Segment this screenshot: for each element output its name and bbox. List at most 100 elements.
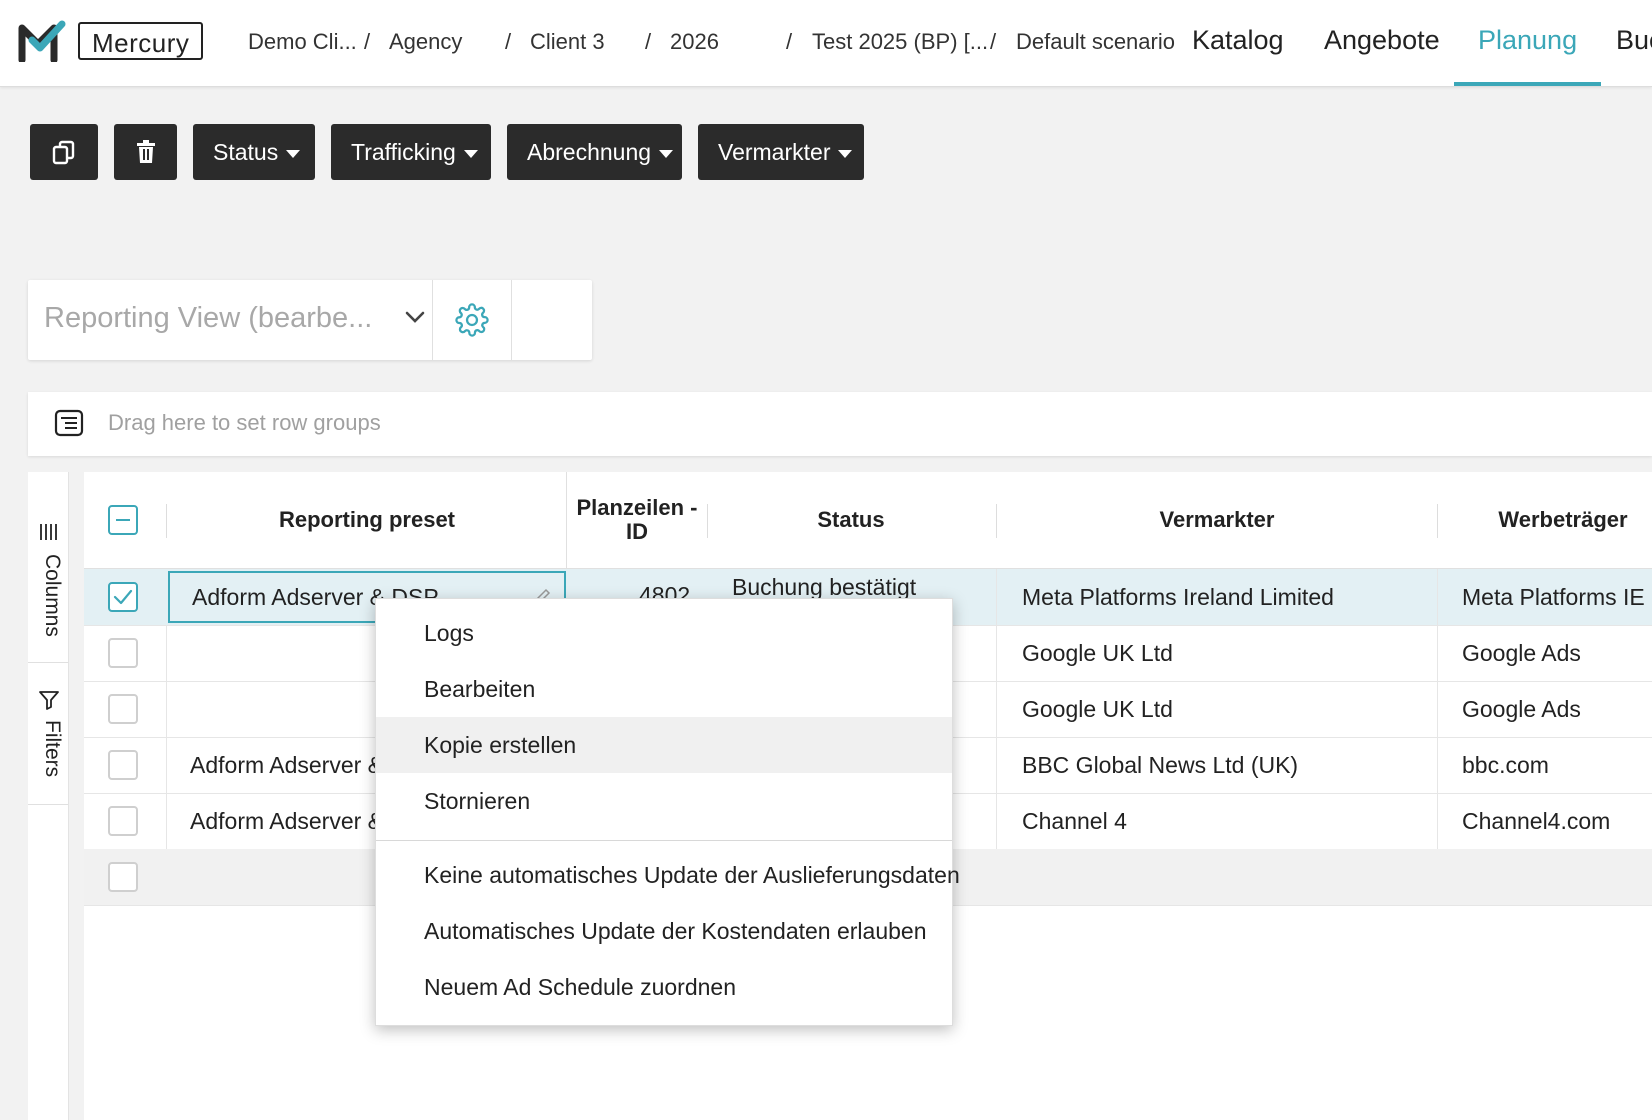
column-divider [166,793,167,849]
preset-cell: Adform Adserver & [190,808,384,834]
row-checkbox[interactable] [108,694,138,724]
breadcrumb-item-agency[interactable]: Agency [389,26,462,58]
grid-header: Reporting preset Planzeilen -ID Status V… [84,472,1652,569]
werbetraeger-cell: Meta Platforms IE ... [1462,584,1652,610]
vermarkter-dropdown-label: Vermarkter [718,139,831,165]
filter-icon [39,691,59,710]
status-dropdown-label: Status [213,139,279,165]
column-divider [1437,681,1438,737]
werbetraeger-cell: Google Ads [1462,696,1581,722]
breadcrumb-separator: / [645,29,652,54]
view-select-value: Reporting View (bearbe... [44,302,373,334]
header-separator [166,504,167,538]
row-checkbox[interactable] [108,582,138,612]
menu-item-logs[interactable]: Logs [376,605,952,661]
column-divider [996,737,997,793]
header-vermarkter[interactable]: Vermarkter [997,472,1437,568]
column-divider [1437,625,1438,681]
row-checkbox[interactable] [108,638,138,668]
row-checkbox[interactable] [108,862,138,892]
header-werbetraeger[interactable]: Werbeträger [1438,472,1652,568]
app-name[interactable]: Mercury [78,22,204,60]
column-divider [1437,737,1438,793]
check-icon [113,589,133,605]
caret-down-icon [659,149,674,158]
vermarkter-dropdown[interactable]: Vermarkter [698,124,864,180]
menu-item-no-auto-delivery-update[interactable]: Keine automatisches Update der Ausliefer… [376,847,960,903]
menu-item-allow-cost-update[interactable]: Automatisches Update der Kostendaten erl… [376,903,952,959]
breadcrumb-item-client-3[interactable]: Client 3 [530,26,605,58]
header-reporting-preset[interactable]: Reporting preset [168,472,566,568]
mercury-logo-icon[interactable] [18,20,66,62]
chevron-down-icon [405,311,425,323]
column-divider [166,625,167,681]
trafficking-dropdown-label: Trafficking [351,139,456,165]
gear-icon [455,303,489,337]
row-checkbox[interactable] [108,750,138,780]
abrechnung-dropdown-label: Abrechnung [527,139,652,165]
tab-angebote[interactable]: Angebote [1324,0,1440,86]
breadcrumb-item-year[interactable]: 2026 [670,26,719,58]
preset-cell: Adform Adserver & [190,752,384,778]
abrechnung-dropdown[interactable]: Abrechnung [507,124,682,180]
werbetraeger-cell: Google Ads [1462,640,1581,666]
view-settings-button[interactable] [433,280,512,360]
column-divider [996,793,997,849]
caret-down-icon [838,149,853,158]
vermarkter-cell: BBC Global News Ltd (UK) [1022,752,1299,778]
column-divider [996,625,997,681]
menu-item-kopie-erstellen[interactable]: Kopie erstellen [376,717,952,773]
breadcrumb-separator: / [364,29,371,54]
breadcrumb-item-scenario[interactable]: Default scenario [1016,26,1175,58]
select-all-checkbox[interactable] [108,505,138,535]
row-group-dropzone[interactable]: Drag here to set row groups [28,392,1652,456]
breadcrumb-item-client[interactable]: Demo Cli... [248,26,357,58]
copy-icon [52,140,75,165]
columns-tab-label: Columns [41,554,64,637]
filters-tab[interactable]: Filters [28,662,68,805]
top-bar: Mercury Demo Cli... / Agency / Client 3 … [0,0,1652,87]
tool-panel-sidebar: Columns Filters [28,472,69,1120]
column-divider [166,737,167,793]
vermarkter-cell: Meta Platforms Ireland Limited [1022,584,1334,610]
row-context-menu: Logs Bearbeiten Kopie erstellen Stornier… [375,598,960,1026]
status-dropdown[interactable]: Status [193,124,315,180]
column-divider [1437,569,1438,625]
column-divider [166,681,167,737]
caret-down-icon [286,149,301,158]
view-selector-panel: Reporting View (bearbe... [28,280,592,360]
row-group-placeholder: Drag here to set row groups [108,410,381,435]
vermarkter-cell: Channel 4 [1022,808,1127,834]
tab-planung[interactable]: Planung [1453,0,1602,86]
column-divider [996,569,997,625]
column-divider [1437,793,1438,849]
column-divider [996,681,997,737]
header-planzeilen-id[interactable]: Planzeilen -ID [567,472,707,568]
trafficking-dropdown[interactable]: Trafficking [331,124,491,180]
menu-item-assign-ad-schedule[interactable]: Neuem Ad Schedule zuordnen [376,959,952,1015]
header-status[interactable]: Status [708,472,994,568]
breadcrumb-item-plan[interactable]: Test 2025 (BP) [... [812,26,988,58]
view-select[interactable]: Reporting View (bearbe... [28,280,433,360]
tab-katalog[interactable]: Katalog [1192,0,1284,86]
tab-buchung[interactable]: Buc [1616,0,1652,86]
menu-separator [376,840,952,841]
caret-down-icon [463,149,478,158]
filters-tab-label: Filters [41,720,64,778]
row-checkbox[interactable] [108,806,138,836]
werbetraeger-cell: bbc.com [1462,752,1549,778]
trash-icon [136,140,155,163]
row-group-icon [54,409,84,437]
columns-icon [40,524,57,540]
minus-icon [116,519,130,521]
breadcrumb-separator: / [786,29,793,54]
copy-button[interactable] [30,124,98,180]
menu-item-bearbeiten[interactable]: Bearbeiten [376,661,952,717]
vermarkter-cell: Google UK Ltd [1022,640,1173,666]
delete-button[interactable] [114,124,177,180]
werbetraeger-cell: Channel4.com [1462,808,1611,834]
menu-item-stornieren[interactable]: Stornieren [376,773,952,829]
columns-tab[interactable]: Columns [28,502,68,663]
breadcrumb-separator: / [505,29,512,54]
breadcrumb-separator: / [990,29,997,54]
